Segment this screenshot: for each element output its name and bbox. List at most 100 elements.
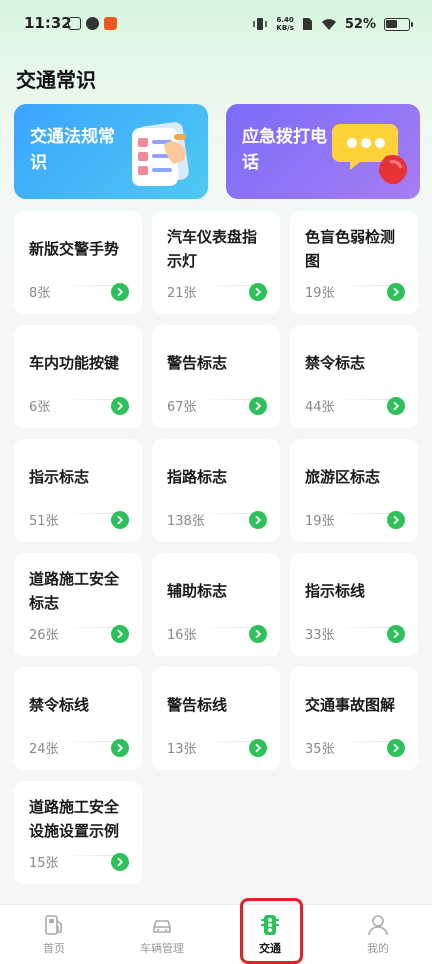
category-card[interactable]: 禁令标志 44张 — [290, 325, 418, 428]
status-time: 11:32 — [24, 14, 72, 32]
chevron-right-icon[interactable] — [387, 511, 405, 529]
chevron-right-icon[interactable] — [111, 739, 129, 757]
chevron-right-icon[interactable] — [111, 397, 129, 415]
card-divider — [198, 399, 252, 400]
category-grid: 新版交警手势 8张 汽车仪表盘指示灯 21张 色盲色弱检测图 19张 车内功能按… — [14, 211, 418, 884]
category-card[interactable]: 指路标志 138张 — [152, 439, 280, 542]
card-divider — [60, 399, 114, 400]
category-count: 44张 — [305, 400, 335, 415]
network-speed-value: 6.40 — [276, 16, 294, 24]
category-name: 车内功能按键 — [29, 354, 120, 372]
category-card[interactable]: 警告标线 13张 — [152, 667, 280, 770]
category-count: 8张 — [29, 286, 51, 301]
card-divider — [60, 855, 114, 856]
category-name: 指示标志 — [29, 468, 90, 486]
category-card[interactable]: 旅游区标志 19张 — [290, 439, 418, 542]
category-name: 道路施工安全设施设置示例 — [29, 798, 120, 840]
battery-icon — [384, 17, 413, 31]
category-name: 新版交警手势 — [29, 240, 120, 258]
page-title: 交通常识 — [16, 68, 96, 92]
chevron-right-icon[interactable] — [249, 511, 267, 529]
category-name: 交通事故图解 — [305, 696, 396, 714]
car-icon — [153, 920, 171, 933]
nav-item-me[interactable]: 我的 — [324, 905, 432, 964]
checklist-hand-icon — [132, 122, 189, 186]
nav-label: 车辆管理 — [140, 942, 184, 955]
nav-item-home[interactable]: 首页 — [0, 905, 108, 964]
card-divider — [336, 741, 390, 742]
category-count: 35张 — [305, 742, 335, 757]
person-icon — [368, 915, 388, 936]
nav-label: 交通 — [259, 942, 281, 955]
emergency-call-banner[interactable]: 应急拨打电话 — [226, 104, 420, 199]
chevron-right-icon[interactable] — [249, 397, 267, 415]
chevron-right-icon[interactable] — [387, 397, 405, 415]
category-count: 19张 — [305, 286, 335, 301]
traffic-law-banner[interactable]: 交通法规常识 — [14, 104, 208, 199]
card-divider — [198, 513, 252, 514]
card-divider — [198, 741, 252, 742]
category-name: 警告标志 — [167, 354, 228, 372]
category-card[interactable]: 禁令标线 24张 — [14, 667, 142, 770]
nav-label: 首页 — [43, 942, 65, 955]
chevron-right-icon[interactable] — [249, 739, 267, 757]
nav-item-traffic[interactable]: 交通 — [216, 905, 324, 964]
nav-label: 我的 — [367, 942, 389, 955]
category-card[interactable]: 汽车仪表盘指示灯 21张 — [152, 211, 280, 314]
category-card[interactable]: 指示标志 51张 — [14, 439, 142, 542]
category-count: 6张 — [29, 400, 51, 415]
category-count: 24张 — [29, 742, 59, 757]
category-card[interactable]: 指示标线 33张 — [290, 553, 418, 656]
notification-icon — [68, 17, 81, 30]
card-divider — [60, 627, 114, 628]
card-divider — [60, 741, 114, 742]
category-count: 21张 — [167, 286, 197, 301]
network-speed: 6.40 KB/s — [276, 16, 293, 32]
category-count: 16张 — [167, 628, 197, 643]
category-name: 旅游区标志 — [305, 468, 381, 486]
category-name: 汽车仪表盘指示灯 — [167, 228, 258, 270]
category-card[interactable]: 道路施工安全标志 26张 — [14, 553, 142, 656]
chevron-right-icon[interactable] — [387, 283, 405, 301]
category-count: 33张 — [305, 628, 335, 643]
category-count: 19张 — [305, 514, 335, 529]
chevron-right-icon[interactable] — [111, 511, 129, 529]
chevron-right-icon[interactable] — [249, 625, 267, 643]
battery-fill — [386, 19, 397, 28]
chevron-right-icon[interactable] — [111, 625, 129, 643]
card-divider — [336, 285, 390, 286]
chevron-right-icon[interactable] — [387, 739, 405, 757]
category-card[interactable]: 辅助标志 16张 — [152, 553, 280, 656]
traffic-light-icon — [261, 915, 279, 935]
category-card[interactable]: 道路施工安全设施设置示例 15张 — [14, 781, 142, 884]
banner-label: 应急拨打电话 — [242, 127, 327, 173]
nav-item-vehicle[interactable]: 车辆管理 — [108, 905, 216, 964]
status-right: 6.40 KB/s 52% — [252, 12, 413, 36]
battery-percent: 52% — [344, 16, 376, 32]
card-divider — [60, 285, 114, 286]
category-card[interactable]: 色盲色弱检测图 19张 — [290, 211, 418, 314]
sim-icon — [302, 18, 312, 30]
app-notification-icon — [86, 17, 99, 30]
category-card[interactable]: 车内功能按键 6张 — [14, 325, 142, 428]
network-speed-unit: KB/s — [276, 24, 294, 32]
category-name: 警告标线 — [167, 696, 228, 714]
chevron-right-icon[interactable] — [387, 625, 405, 643]
chevron-right-icon[interactable] — [111, 853, 129, 871]
category-name: 禁令标志 — [305, 354, 366, 372]
category-count: 13张 — [167, 742, 197, 757]
category-card[interactable]: 警告标志 67张 — [152, 325, 280, 428]
banner-label: 交通法规常识 — [30, 127, 115, 173]
app-badge-icon — [104, 17, 117, 30]
category-name: 道路施工安全标志 — [29, 570, 120, 612]
category-count: 67张 — [167, 400, 197, 415]
category-card[interactable]: 新版交警手势 8张 — [14, 211, 142, 314]
card-divider — [336, 399, 390, 400]
card-divider — [336, 513, 390, 514]
category-name: 辅助标志 — [167, 582, 228, 600]
category-card[interactable]: 交通事故图解 35张 — [290, 667, 418, 770]
chevron-right-icon[interactable] — [249, 283, 267, 301]
chevron-right-icon[interactable] — [111, 283, 129, 301]
card-divider — [198, 285, 252, 286]
category-name: 色盲色弱检测图 — [305, 228, 396, 270]
